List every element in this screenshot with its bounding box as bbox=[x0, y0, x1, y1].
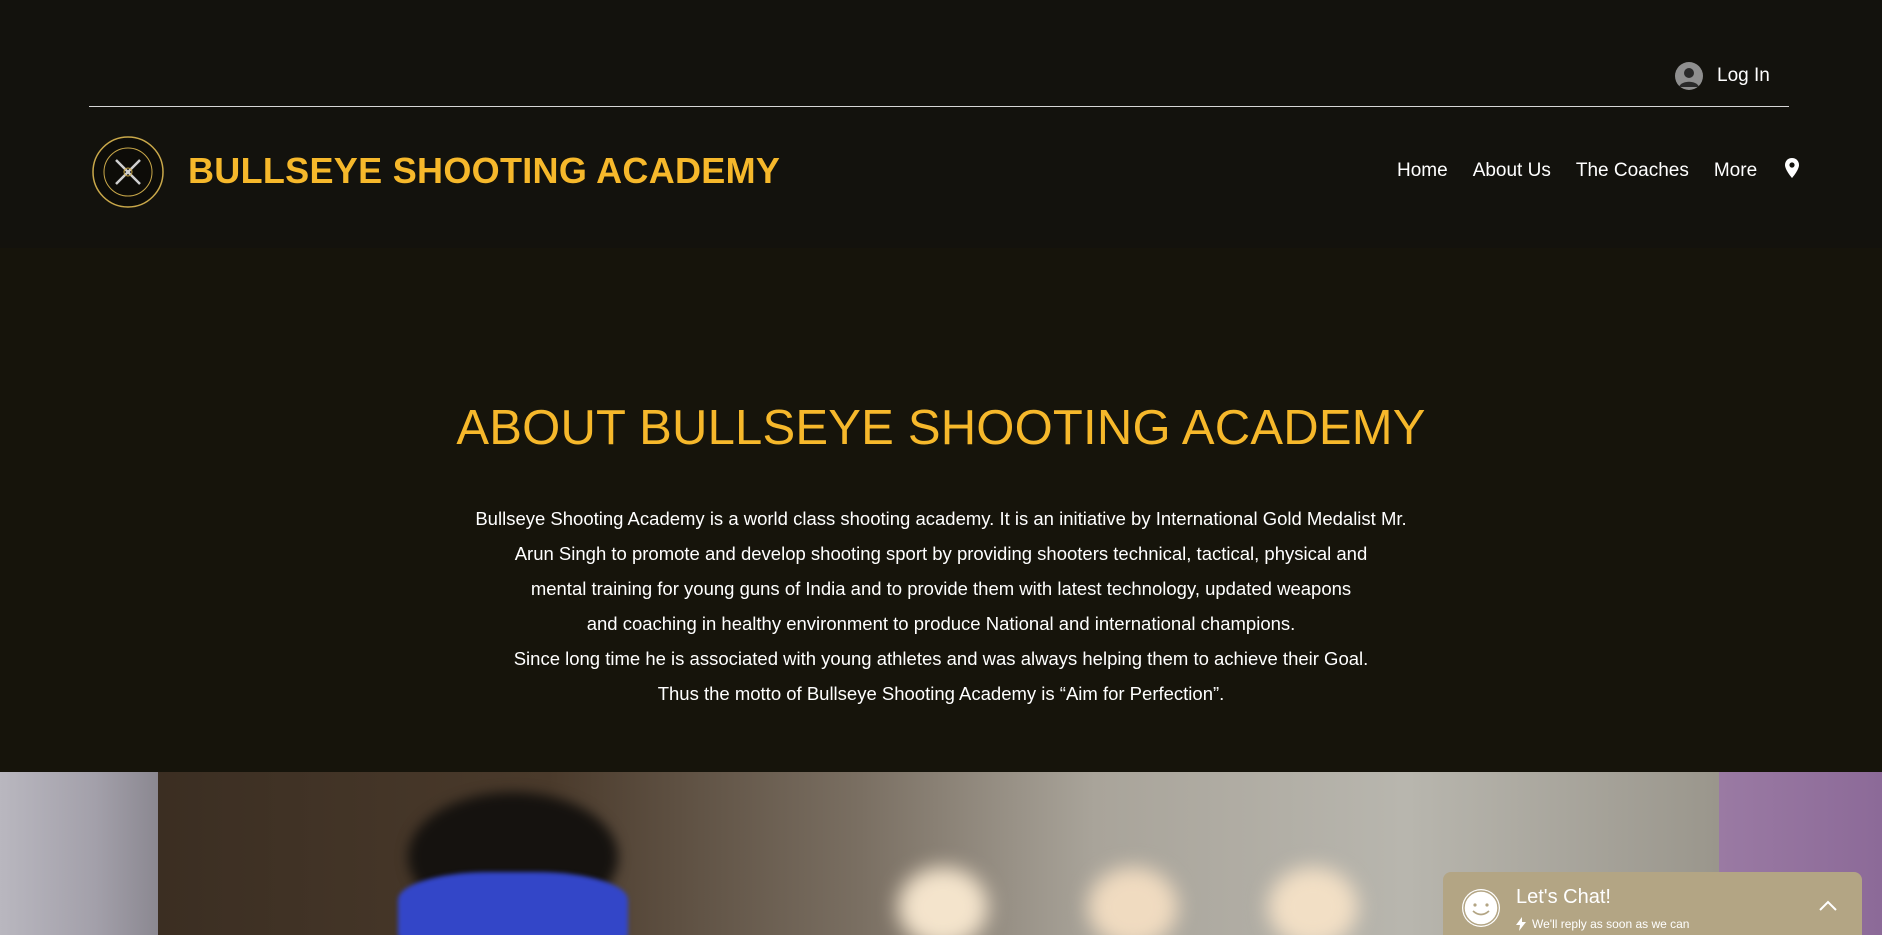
chat-title: Let's Chat! bbox=[1516, 886, 1611, 908]
about-line: Arun Singh to promote and develop shooti… bbox=[514, 543, 1368, 564]
user-avatar-icon bbox=[1675, 62, 1703, 90]
about-line: and coaching in healthy environment to p… bbox=[586, 613, 1296, 634]
nav-item-about-us[interactable]: About Us bbox=[1473, 160, 1551, 182]
smiley-icon bbox=[1462, 889, 1500, 927]
brand-title[interactable]: BULLSEYE SHOOTING ACADEMY bbox=[188, 150, 780, 192]
background-light-3 bbox=[1268, 867, 1358, 935]
login-label: Log In bbox=[1717, 65, 1770, 86]
about-line: mental training for young guns of India … bbox=[530, 578, 1352, 599]
nav-item-home[interactable]: Home bbox=[1397, 160, 1448, 182]
about-line: Since long time he is associated with yo… bbox=[513, 648, 1369, 669]
nav-item-more[interactable]: More bbox=[1714, 160, 1757, 182]
chevron-up-icon[interactable] bbox=[1818, 900, 1838, 912]
nav-item-the-coaches[interactable]: The Coaches bbox=[1576, 160, 1689, 182]
about-section: ABOUT BULLSEYE SHOOTING ACADEMY Bullseye… bbox=[0, 248, 1882, 772]
lightning-icon bbox=[1516, 917, 1526, 931]
map-pin-icon[interactable] bbox=[1785, 158, 1800, 183]
academy-logo[interactable] bbox=[92, 136, 164, 208]
chat-subtitle: We'll reply as soon as we can bbox=[1532, 917, 1690, 931]
about-heading: ABOUT BULLSEYE SHOOTING ACADEMY bbox=[456, 401, 1426, 455]
about-line: Thus the motto of Bullseye Shooting Acad… bbox=[657, 683, 1225, 704]
login-button[interactable]: Log In bbox=[1675, 60, 1770, 92]
main-nav: Home About Us The Coaches More bbox=[1397, 158, 1800, 183]
background-light-2 bbox=[1088, 867, 1178, 935]
chat-subtitle-row: We'll reply as soon as we can bbox=[1516, 917, 1689, 931]
photo-left-panel bbox=[0, 772, 158, 935]
about-description: Bullseye Shooting Academy is a world cla… bbox=[441, 501, 1441, 711]
header-divider bbox=[89, 106, 1789, 107]
chat-widget[interactable]: Let's Chat! We'll reply as soon as we ca… bbox=[1443, 872, 1862, 935]
background-light-1 bbox=[898, 867, 988, 935]
site-header: Log In BULLSEYE SHOOTING ACADEMY Home Ab… bbox=[0, 0, 1882, 248]
about-line: Bullseye Shooting Academy is a world cla… bbox=[475, 508, 1407, 529]
shooter-visor bbox=[398, 872, 628, 935]
